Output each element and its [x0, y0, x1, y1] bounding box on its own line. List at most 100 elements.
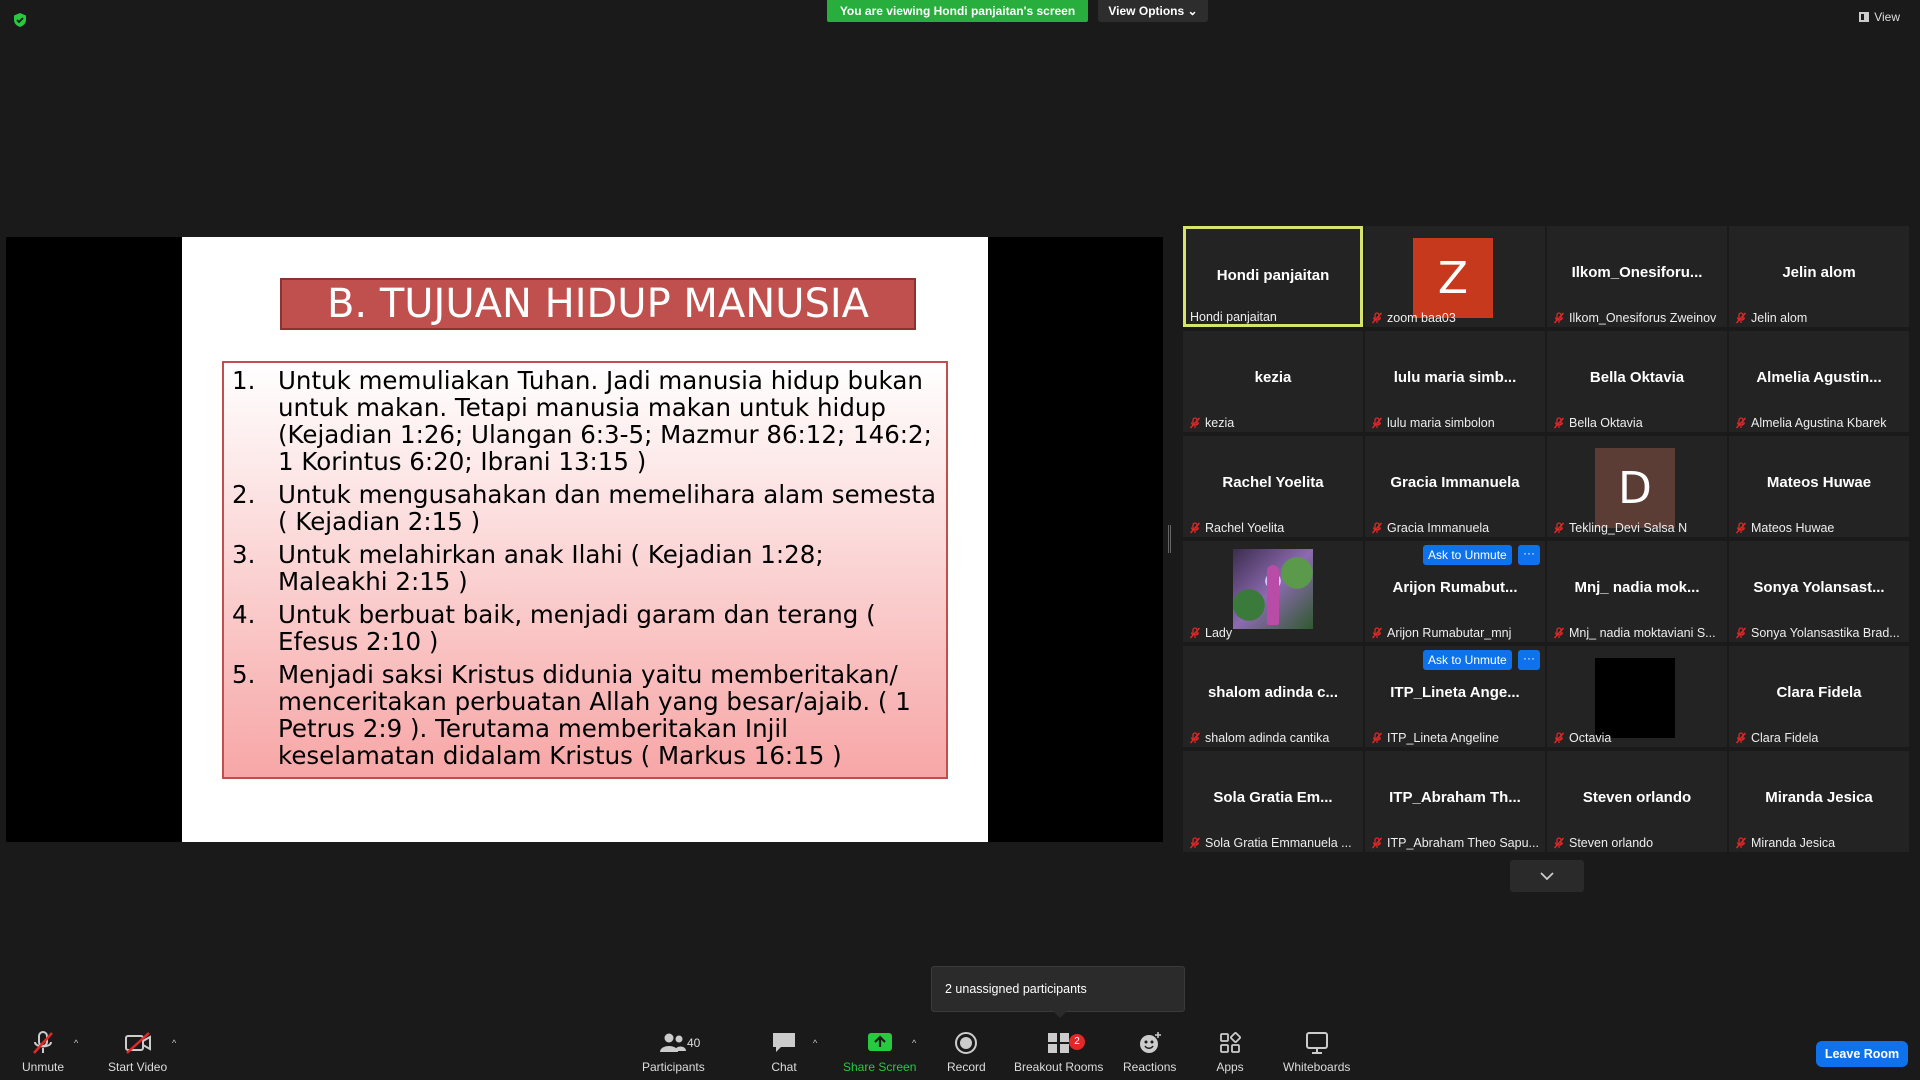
more-options-button[interactable]: ···: [1518, 545, 1540, 565]
participant-name-text: Octavia: [1569, 731, 1612, 745]
slide-item-text: Untuk melahirkan anak Ilahi ( Kejadian 1…: [278, 540, 824, 596]
audio-options-caret-icon[interactable]: ^: [74, 1038, 78, 1048]
participant-name-label: zoom baa03: [1371, 311, 1541, 325]
apps-button[interactable]: Apps: [1215, 1030, 1245, 1074]
view-button[interactable]: View: [1859, 10, 1900, 24]
slide-item-text: Menjadi saksi Kristus didunia yaitu memb…: [278, 660, 911, 770]
participant-name-text: Almelia Agustina Kbarek: [1751, 416, 1887, 430]
record-button[interactable]: Record: [947, 1030, 986, 1074]
microphone-muted-icon: [1371, 732, 1383, 744]
breakout-rooms-button[interactable]: Breakout Rooms: [1014, 1030, 1103, 1074]
participant-tile[interactable]: ITP_Abraham Th... ITP_Abraham Theo Sapu..…: [1365, 751, 1545, 852]
microphone-muted-icon: [1735, 417, 1747, 429]
participant-name-label: Mnj_ nadia moktaviani S...: [1553, 626, 1723, 640]
record-label: Record: [947, 1060, 986, 1074]
start-video-button[interactable]: Start Video: [108, 1030, 167, 1074]
microphone-muted-icon: [1371, 312, 1383, 324]
participant-tile[interactable]: Arijon Rumabut... Ask to Unmute ··· Arijon …: [1365, 541, 1545, 642]
participant-tile[interactable]: Almelia Agustin... Almelia Agustina Kbare…: [1729, 331, 1909, 432]
participant-tile[interactable]: Bella Oktavia Bella Oktavia: [1547, 331, 1727, 432]
encryption-shield-icon[interactable]: [12, 12, 28, 28]
view-options-label: View Options: [1108, 4, 1185, 18]
viewing-screen-banner: You are viewing Hondi panjaitan's screen: [827, 0, 1088, 22]
microphone-muted-icon: [33, 1031, 53, 1054]
participant-tile[interactable]: Ilkom_Onesiforu... Ilkom_Onesiforus Zwein…: [1547, 226, 1727, 327]
participant-tile[interactable]: Mnj_ nadia mok... Mnj_ nadia moktaviani S…: [1547, 541, 1727, 642]
participant-tile[interactable]: shalom adinda c... shalom adinda cantika: [1183, 646, 1363, 747]
slide-item-number: 4.: [232, 600, 256, 629]
participant-name-label: Octavia: [1553, 731, 1723, 745]
unmute-label: Unmute: [22, 1060, 65, 1074]
participant-tile[interactable]: Sola Gratia Em... Sola Gratia Emmanuela .…: [1183, 751, 1363, 852]
participant-name-text: zoom baa03: [1387, 311, 1456, 325]
chat-options-caret-icon[interactable]: ^: [813, 1038, 817, 1048]
share-options-caret-icon[interactable]: ^: [912, 1038, 916, 1048]
participant-name-label: Steven orlando: [1553, 836, 1723, 850]
ask-to-unmute-button[interactable]: Ask to Unmute: [1423, 650, 1512, 670]
participant-tile[interactable]: Sonya Yolansast... Sonya Yolansastika Bra…: [1729, 541, 1909, 642]
participant-tile[interactable]: ITP_Lineta Ange... Ask to Unmute ··· ITP_Li…: [1365, 646, 1545, 747]
whiteboards-button[interactable]: Whiteboards: [1283, 1030, 1350, 1074]
participant-name-text: kezia: [1205, 416, 1235, 430]
view-options-button[interactable]: View Options ⌄: [1098, 0, 1208, 22]
participants-count: 40: [687, 1036, 701, 1050]
shared-screen: B. TUJUAN HIDUP MANUSIA 1. Untuk memuliak…: [6, 237, 1163, 842]
participant-name-label: Lady: [1189, 626, 1359, 640]
participant-tile[interactable]: Lady: [1183, 541, 1363, 642]
gallery-next-page-button[interactable]: [1510, 860, 1584, 892]
microphone-muted-icon: [1189, 417, 1201, 429]
participant-name-text: Miranda Jesica: [1751, 836, 1836, 850]
participant-tile[interactable]: D Tekling_Devi Salsa N: [1547, 436, 1727, 537]
microphone-muted-icon: [1553, 522, 1565, 534]
participant-tile[interactable]: kezia kezia: [1183, 331, 1363, 432]
microphone-muted-icon: [1553, 732, 1565, 744]
record-icon: [955, 1032, 978, 1054]
leave-room-button[interactable]: Leave Room: [1816, 1041, 1908, 1067]
chevron-down-icon: [1540, 872, 1554, 881]
chat-label: Chat: [771, 1060, 797, 1074]
participant-tile[interactable]: Clara Fidela Clara Fidela: [1729, 646, 1909, 747]
share-screen-button[interactable]: Share Screen: [843, 1030, 916, 1074]
participant-display-name: Mateos Huwae: [1766, 474, 1872, 491]
chat-button[interactable]: Chat: [769, 1030, 799, 1074]
ask-to-unmute-button[interactable]: Ask to Unmute: [1423, 545, 1512, 565]
microphone-muted-icon: [1553, 312, 1565, 324]
more-options-button[interactable]: ···: [1518, 650, 1540, 670]
microphone-muted-icon: [1735, 837, 1747, 849]
participant-tile[interactable]: Hondi panjaitan Hondi panjaitan: [1183, 226, 1363, 327]
meeting-toolbar: Unmute ^ Start Video ^ Participants 40 C…: [0, 1018, 1920, 1080]
presentation-slide: B. TUJUAN HIDUP MANUSIA 1. Untuk memuliak…: [182, 237, 988, 842]
reactions-button[interactable]: Reactions: [1123, 1030, 1176, 1074]
participant-name-text: Gracia Immanuela: [1387, 521, 1490, 535]
participant-tile[interactable]: Zzoom baa03: [1365, 226, 1545, 327]
participant-name-label: Almelia Agustina Kbarek: [1735, 416, 1905, 430]
participant-tile[interactable]: Miranda Jesica Miranda Jesica: [1729, 751, 1909, 852]
participant-tile[interactable]: lulu maria simb... lulu maria simbolon: [1365, 331, 1545, 432]
participant-tile[interactable]: Steven orlando Steven orlando: [1547, 751, 1727, 852]
participant-name-label: Clara Fidela: [1735, 731, 1905, 745]
microphone-muted-icon: [1189, 522, 1201, 534]
microphone-muted-icon: [1371, 627, 1383, 639]
participant-name-text: Steven orlando: [1569, 836, 1654, 850]
participant-name-label: Gracia Immanuela: [1371, 521, 1541, 535]
chat-bubble-icon: [773, 1033, 795, 1052]
slide-list-item: 1. Untuk memuliakan Tuhan. Jadi manusia h…: [232, 367, 938, 475]
participant-display-name: Hondi panjaitan: [1216, 267, 1330, 284]
participant-tile[interactable]: Jelin alom Jelin alom: [1729, 226, 1909, 327]
unmute-button[interactable]: Unmute: [22, 1030, 64, 1074]
participant-tile[interactable]: Mateos Huwae Mateos Huwae: [1729, 436, 1909, 537]
participant-tile[interactable]: Octavia: [1547, 646, 1727, 747]
unassigned-participants-tooltip: 2 unassigned participants: [931, 966, 1185, 1018]
participant-avatar: [1595, 658, 1675, 738]
microphone-muted-icon: [1189, 732, 1201, 744]
participant-tile[interactable]: Gracia Immanuela Gracia Immanuela: [1365, 436, 1545, 537]
microphone-muted-icon: [1553, 417, 1565, 429]
slide-item-text: Untuk mengusahakan dan memelihara alam s…: [278, 480, 936, 536]
participant-name-label: kezia: [1189, 416, 1359, 430]
video-options-caret-icon[interactable]: ^: [172, 1038, 176, 1048]
slide-list-item: 2. Untuk mengusahakan dan memelihara alam…: [232, 481, 938, 535]
participant-tile[interactable]: Rachel Yoelita Rachel Yoelita: [1183, 436, 1363, 537]
participant-name-text: Hondi panjaitan: [1190, 310, 1277, 324]
participants-icon: [660, 1033, 687, 1052]
panel-resize-handle[interactable]: [1168, 525, 1171, 553]
